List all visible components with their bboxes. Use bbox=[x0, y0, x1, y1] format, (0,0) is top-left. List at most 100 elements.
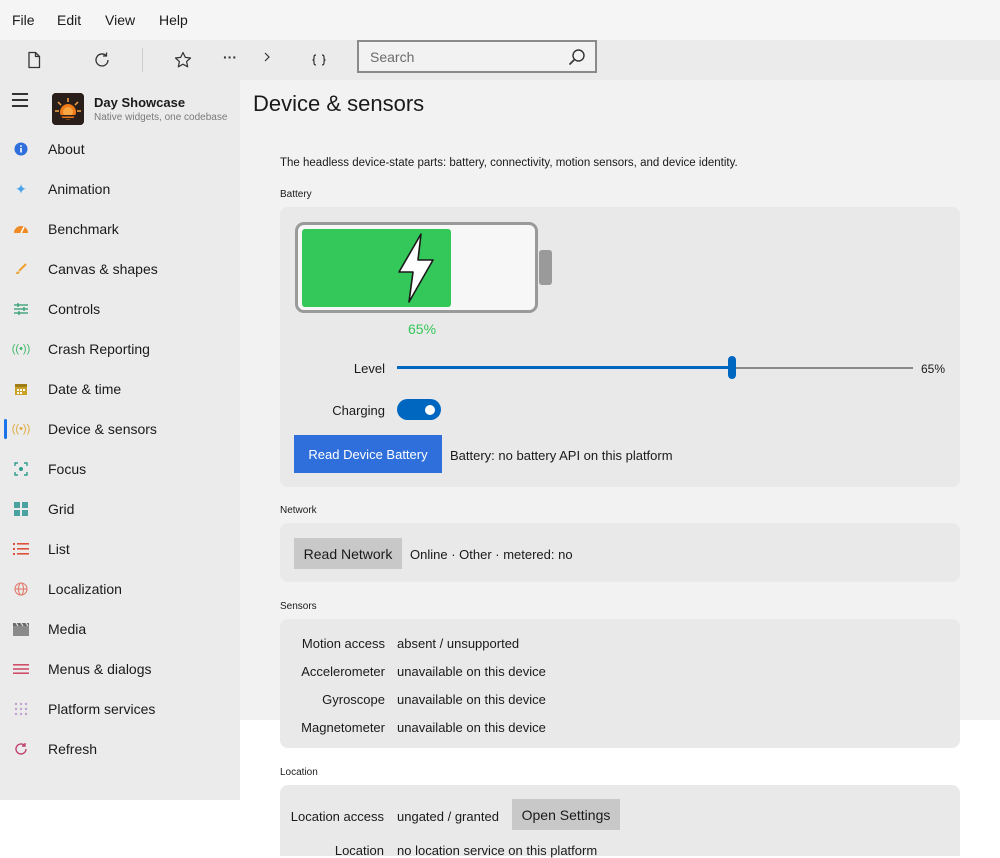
section-label-location: Location bbox=[280, 767, 318, 778]
sensor-value-motion: absent / unsupported bbox=[397, 636, 520, 651]
sidebar-item-label: Platform services bbox=[48, 701, 156, 717]
chevron-right-icon[interactable] bbox=[257, 47, 277, 67]
refresh-icon bbox=[13, 741, 29, 757]
sidebar-item-grid[interactable]: Grid bbox=[0, 489, 240, 529]
globe-icon bbox=[13, 581, 29, 597]
sidebar-item-label: About bbox=[48, 141, 85, 157]
menu-edit[interactable]: Edit bbox=[57, 12, 81, 28]
menu-file[interactable]: File bbox=[12, 12, 35, 28]
brush-icon bbox=[13, 261, 29, 277]
sidebar-item-label: Localization bbox=[48, 581, 122, 597]
sensor-icon: ((•)) bbox=[11, 423, 31, 435]
dots-grid-icon bbox=[13, 701, 29, 717]
search-placeholder: Search bbox=[370, 49, 415, 65]
grid-icon bbox=[13, 501, 29, 517]
sidebar-item-benchmark[interactable]: Benchmark bbox=[0, 209, 240, 249]
page-title: Device & sensors bbox=[253, 91, 425, 116]
sidebar-item-refresh[interactable]: Refresh bbox=[0, 729, 240, 769]
sensor-label-accelerometer: Accelerometer bbox=[301, 664, 385, 679]
sidebar-item-label: Media bbox=[48, 621, 87, 637]
sidebar-item-device-sensors[interactable]: ((•)) Device & sensors bbox=[0, 409, 240, 449]
sidebar-item-focus[interactable]: Focus bbox=[0, 449, 240, 489]
battery-status: Battery: no battery API on this platform bbox=[450, 448, 673, 463]
menu-bar: File Edit View Help bbox=[0, 0, 1000, 40]
toolbar-separator bbox=[142, 48, 143, 72]
sidebar-item-label: Grid bbox=[48, 501, 75, 517]
menu-help[interactable]: Help bbox=[159, 12, 188, 28]
toolbar: ··· Search bbox=[0, 40, 1000, 80]
window-bottom-left bbox=[0, 800, 240, 856]
refresh-icon[interactable] bbox=[92, 50, 112, 70]
app-name: Day Showcase bbox=[94, 95, 186, 110]
hamburger-menu-icon[interactable] bbox=[12, 93, 28, 107]
sidebar-item-label: Menus & dialogs bbox=[48, 661, 152, 677]
page-description: The headless device-state parts: battery… bbox=[280, 157, 738, 169]
app-subtitle: Native widgets, one codebase bbox=[94, 112, 228, 123]
sensor-label-motion: Motion access bbox=[301, 636, 385, 651]
sidebar: Day Showcase Native widgets, one codebas… bbox=[0, 80, 240, 800]
search-input[interactable]: Search bbox=[357, 40, 597, 73]
section-label-sensors: Sensors bbox=[280, 601, 317, 612]
sidebar-item-label: Animation bbox=[48, 181, 111, 197]
gauge-icon bbox=[13, 221, 29, 237]
lightning-bolt-icon bbox=[395, 232, 437, 304]
sidebar-item-controls[interactable]: Controls bbox=[0, 289, 240, 329]
sidebar-item-list[interactable]: List bbox=[0, 529, 240, 569]
sidebar-item-menus-dialogs[interactable]: Menus & dialogs bbox=[0, 649, 240, 689]
sidebar-item-animation[interactable]: ✦ Animation bbox=[0, 169, 240, 209]
broadcast-icon: ((•)) bbox=[11, 343, 31, 355]
sidebar-item-canvas[interactable]: Canvas & shapes bbox=[0, 249, 240, 289]
sidebar-item-platform-services[interactable]: Platform services bbox=[0, 689, 240, 729]
location-access-value: ungated / granted bbox=[397, 809, 499, 824]
focus-icon bbox=[13, 461, 29, 477]
search-icon[interactable] bbox=[567, 47, 587, 67]
sensor-value-magnetometer: unavailable on this device bbox=[397, 720, 546, 735]
sidebar-item-label: Refresh bbox=[48, 741, 98, 757]
clapper-icon bbox=[13, 621, 29, 637]
sidebar-item-label: Focus bbox=[48, 461, 87, 477]
level-label: Level bbox=[353, 361, 385, 376]
charging-toggle[interactable] bbox=[397, 399, 441, 420]
sensor-label-magnetometer: Magnetometer bbox=[301, 720, 385, 735]
sidebar-item-media[interactable]: Media bbox=[0, 609, 240, 649]
network-status: Online · Other · metered: no bbox=[410, 547, 573, 562]
sidebar-item-crash-reporting[interactable]: ((•)) Crash Reporting bbox=[0, 329, 240, 369]
read-device-battery-button[interactable]: Read Device Battery bbox=[294, 435, 442, 473]
level-value: 65% bbox=[921, 362, 946, 376]
selected-indicator bbox=[4, 419, 7, 439]
sidebar-item-label: Date & time bbox=[48, 381, 122, 397]
more-icon[interactable]: ··· bbox=[223, 49, 243, 69]
location-access-label: Location access bbox=[290, 809, 384, 824]
section-label-network: Network bbox=[280, 505, 317, 516]
list-icon bbox=[13, 541, 29, 557]
app-logo bbox=[52, 93, 84, 125]
sidebar-item-localization[interactable]: Localization bbox=[0, 569, 240, 609]
toggle-knob bbox=[425, 404, 435, 415]
sliders-icon bbox=[13, 301, 29, 317]
sidebar-item-label: List bbox=[48, 541, 70, 557]
info-icon bbox=[13, 141, 29, 157]
star-icon[interactable] bbox=[173, 50, 193, 70]
code-braces-icon[interactable] bbox=[309, 50, 329, 70]
sidebar-item-label: Crash Reporting bbox=[48, 341, 150, 357]
new-page-icon[interactable] bbox=[24, 50, 44, 70]
menu-view[interactable]: View bbox=[105, 12, 135, 28]
sidebar-item-label: Controls bbox=[48, 301, 101, 317]
sensor-value-accelerometer: unavailable on this device bbox=[397, 664, 546, 679]
section-label-battery: Battery bbox=[280, 189, 312, 200]
open-settings-button[interactable]: Open Settings bbox=[512, 799, 620, 830]
read-network-button[interactable]: Read Network bbox=[294, 538, 402, 569]
battery-cap bbox=[539, 250, 552, 285]
sidebar-item-label: Device & sensors bbox=[48, 421, 157, 437]
calendar-icon bbox=[13, 381, 29, 397]
level-slider-fill bbox=[397, 366, 732, 369]
level-slider-thumb[interactable] bbox=[728, 356, 736, 379]
charging-label: Charging bbox=[332, 403, 385, 418]
sidebar-item-label: Canvas & shapes bbox=[48, 261, 158, 277]
battery-percent: 65% bbox=[408, 321, 437, 337]
menu-icon bbox=[13, 661, 29, 677]
sidebar-item-date-time[interactable]: Date & time bbox=[0, 369, 240, 409]
sensor-label-gyroscope: Gyroscope bbox=[322, 692, 385, 707]
sidebar-item-about[interactable]: About bbox=[0, 129, 240, 169]
sensor-value-gyroscope: unavailable on this device bbox=[397, 692, 546, 707]
